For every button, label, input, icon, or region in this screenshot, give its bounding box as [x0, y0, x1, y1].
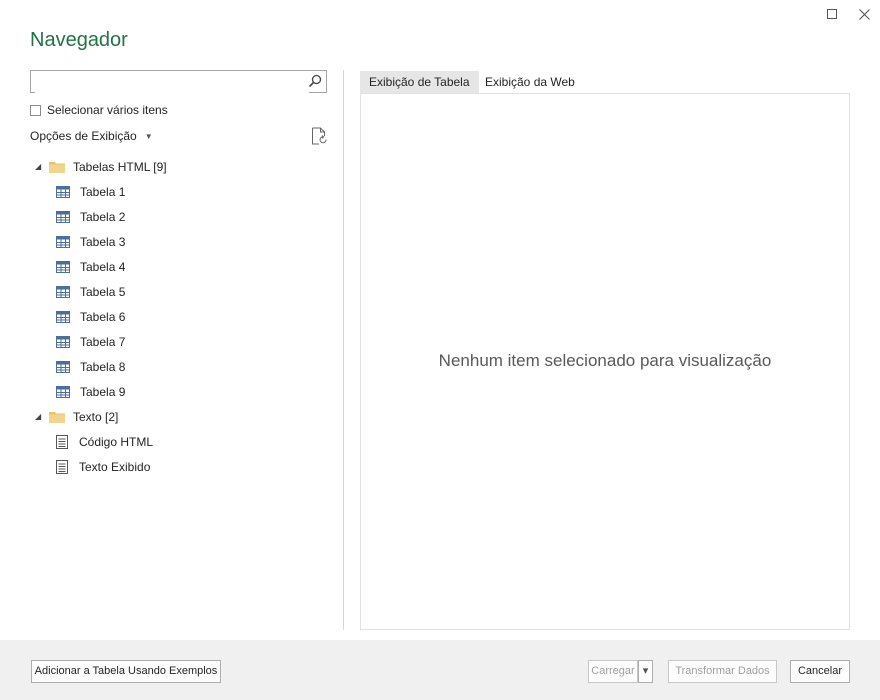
text-document-icon [56, 459, 68, 474]
tree-item-label: Tabela 2 [80, 209, 126, 224]
tree-item-label: Tabela 8 [80, 359, 126, 374]
maximize-icon [826, 8, 837, 19]
select-multiple-label: Selecionar vários itens [47, 103, 168, 117]
load-dropdown-button[interactable]: ▾ [638, 660, 653, 683]
tab-table-view[interactable]: Exibição de Tabela [360, 71, 479, 93]
tree-item-texto-exibido[interactable]: Texto Exibido [56, 454, 150, 479]
tree-item-label: Tabela 5 [80, 284, 126, 299]
tree-item-tabela-3[interactable]: Tabela 3 [56, 229, 125, 254]
tree-item-label: Tabela 3 [80, 234, 126, 249]
table-icon [56, 285, 70, 298]
tree-item-tabela-9[interactable]: Tabela 9 [56, 379, 125, 404]
tree-item-tabela-1[interactable]: Tabela 1 [56, 179, 125, 204]
tree-item-tabela-7[interactable]: Tabela 7 [56, 329, 125, 354]
tree-item-label: Tabela 7 [80, 334, 126, 349]
search-icon[interactable] [308, 74, 322, 88]
load-button[interactable]: Carregar [588, 660, 638, 683]
tree-item-tabela-8[interactable]: Tabela 8 [56, 354, 125, 379]
tree-item-tabela-6[interactable]: Tabela 6 [56, 304, 125, 329]
tree-group-label: Tabelas HTML [9] [73, 159, 167, 174]
pane-divider[interactable] [343, 70, 344, 630]
table-icon [56, 235, 70, 248]
text-document-icon [56, 434, 68, 449]
tree-group-label: Texto [2] [73, 409, 119, 424]
select-multiple-row[interactable]: Selecionar vários itens [30, 103, 168, 117]
close-icon [858, 8, 870, 20]
display-options-label: Opções de Exibição [30, 129, 137, 143]
tree-item-label: Tabela 1 [80, 184, 126, 199]
table-icon [56, 360, 70, 373]
tree-item-label: Código HTML [79, 434, 154, 449]
empty-preview-message: Nenhum item selecionado para visualizaçã… [438, 351, 772, 370]
select-multiple-checkbox[interactable] [30, 104, 41, 116]
folder-icon [49, 411, 65, 423]
table-icon [56, 335, 70, 348]
preview-pane: Nenhum item selecionado para visualizaçã… [360, 93, 850, 630]
chevron-down-icon: ▾ [642, 665, 649, 677]
tree-item-tabela-4[interactable]: Tabela 4 [56, 254, 125, 279]
add-table-using-examples-button[interactable]: Adicionar a Tabela Usando Exemplos [31, 660, 221, 683]
collapse-triangle-icon[interactable]: ◢ [35, 412, 43, 421]
tree-item-label: Texto Exibido [79, 459, 151, 474]
tree-item-label: Tabela 9 [80, 384, 126, 399]
table-icon [56, 310, 70, 323]
tree-item-label: Tabela 4 [80, 259, 126, 274]
close-button[interactable] [853, 4, 875, 24]
refresh-icon[interactable] [311, 127, 327, 145]
table-icon [56, 260, 70, 273]
search-box[interactable] [30, 70, 327, 93]
tree-item-label: Tabela 6 [80, 309, 126, 324]
tree-group-texto[interactable]: ◢ Texto [2] [35, 404, 118, 429]
tree-item-codigo-html[interactable]: Código HTML [56, 429, 153, 454]
table-icon [56, 185, 70, 198]
transform-data-button[interactable]: Transformar Dados [668, 660, 777, 683]
tree-group-tabelas-html[interactable]: ◢ Tabelas HTML [9] [35, 154, 167, 179]
cancel-button[interactable]: Cancelar [790, 660, 850, 683]
tree-item-tabela-5[interactable]: Tabela 5 [56, 279, 125, 304]
table-icon [56, 210, 70, 223]
caret-down-icon: ▼ [144, 131, 153, 141]
dialog-title: Navegador [30, 29, 128, 51]
maximize-button[interactable] [821, 4, 843, 24]
folder-icon [49, 161, 65, 173]
tab-web-view[interactable]: Exibição da Web [476, 71, 584, 93]
search-input[interactable] [35, 72, 309, 93]
collapse-triangle-icon[interactable]: ◢ [35, 162, 43, 171]
display-options-dropdown[interactable]: Opções de Exibição ▼ [30, 129, 153, 143]
tree-item-tabela-2[interactable]: Tabela 2 [56, 204, 125, 229]
table-icon [56, 385, 70, 398]
